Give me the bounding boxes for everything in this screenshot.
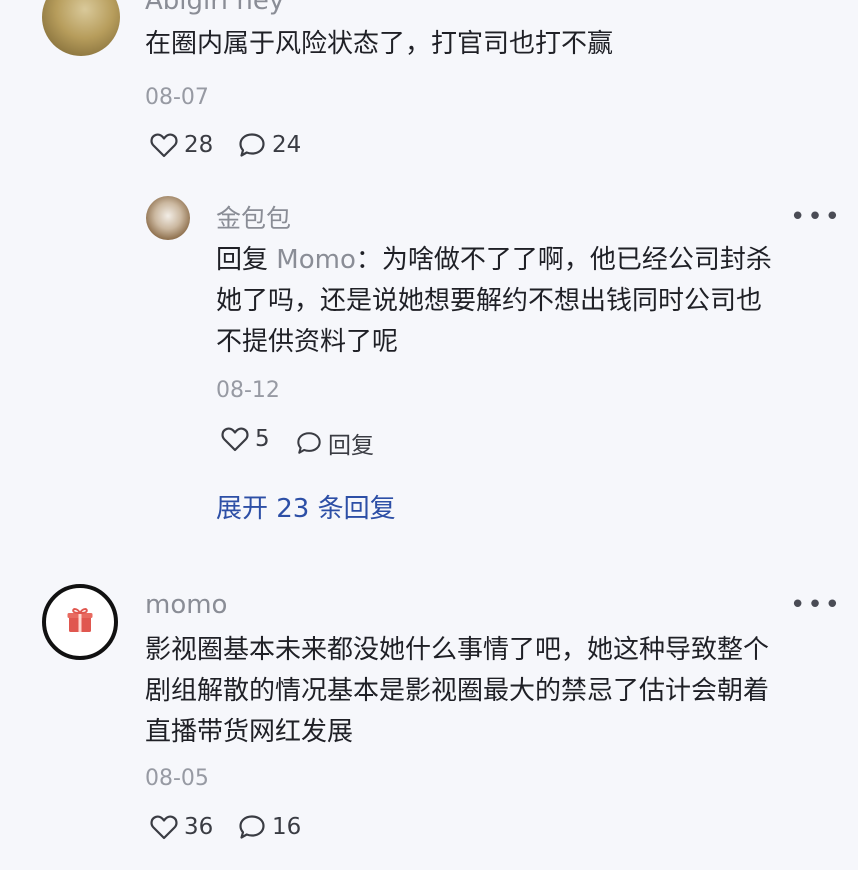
heart-outline-icon xyxy=(150,814,178,840)
reply-button[interactable]: 16 xyxy=(238,814,301,840)
like-button[interactable]: 5 xyxy=(221,426,270,452)
reply-prefix: 回复 xyxy=(216,245,269,275)
reply-to-user[interactable]: Momo xyxy=(276,245,356,275)
reply-button[interactable]: 24 xyxy=(238,132,301,158)
comment-text: 在圈内属于风险状态了，打官司也打不赢 xyxy=(145,29,614,59)
comment-line: 剧组解散的情况基本是影视圈最大的禁忌了估计会朝着 xyxy=(145,676,770,706)
reply-count: 24 xyxy=(272,132,302,158)
reply-count: 16 xyxy=(272,814,302,840)
sub-username[interactable]: 金包包 xyxy=(216,199,291,235)
reply-button[interactable]: 回复 xyxy=(296,426,374,460)
speech-bubble-icon xyxy=(296,430,322,456)
comment-line: 影视圈基本未来都没她什么事情了吧，她这种导致整个 xyxy=(145,635,770,665)
like-count: 28 xyxy=(184,132,214,158)
expand-replies-link[interactable]: 展开 23 条回复 xyxy=(216,488,396,525)
avatar[interactable] xyxy=(42,584,118,660)
speech-bubble-icon xyxy=(238,132,266,158)
comment-date: 08-05 xyxy=(145,766,209,791)
like-button[interactable]: 28 xyxy=(150,132,213,158)
gift-icon xyxy=(65,605,95,639)
like-count: 5 xyxy=(255,426,270,452)
reply-label: 回复 xyxy=(328,433,374,459)
username[interactable]: Abigirl hey xyxy=(145,0,284,16)
like-button[interactable]: 36 xyxy=(150,814,213,840)
sub-reply-line: ：为啥做不了了啊，他已经公司封杀 xyxy=(355,245,772,275)
comment-line: 直播带货网红发展 xyxy=(145,717,354,747)
heart-outline-icon xyxy=(221,426,249,452)
comment-date: 08-07 xyxy=(145,85,209,110)
sub-reply-line: 不提供资料了呢 xyxy=(216,327,399,357)
sub-reply-line: 她了吗，还是说她想要解约不想出钱同时公司也 xyxy=(216,286,763,316)
speech-bubble-icon xyxy=(238,814,266,840)
like-count: 36 xyxy=(184,814,214,840)
avatar[interactable] xyxy=(42,0,120,56)
more-icon[interactable]: ••• xyxy=(790,204,842,230)
more-icon[interactable]: ••• xyxy=(790,592,842,618)
comment-text: 影视圈基本未来都没她什么事情了吧，她这种导致整个 剧组解散的情况基本是影视圈最大… xyxy=(145,630,835,753)
avatar[interactable] xyxy=(146,196,190,240)
sub-reply-date: 08-12 xyxy=(216,378,280,403)
sub-reply-text: 回复 Momo：为啥做不了了啊，他已经公司封杀 她了吗，还是说她想要解约不想出钱… xyxy=(216,240,826,363)
username[interactable]: momo xyxy=(145,590,227,620)
heart-outline-icon xyxy=(150,132,178,158)
